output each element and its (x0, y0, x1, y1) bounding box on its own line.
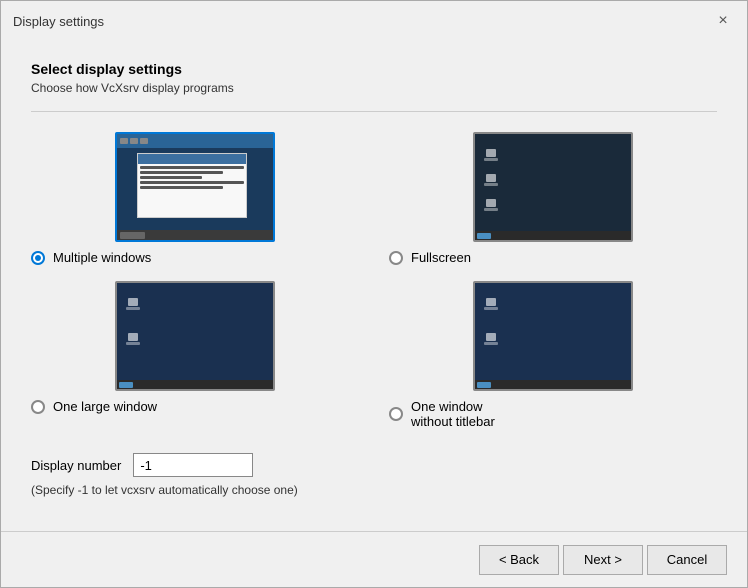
display-number-row: Display number (31, 453, 717, 477)
option-one-large-window: One large window (31, 281, 359, 429)
hint-text: (Specify -1 to let vcxsrv automatically … (31, 483, 717, 497)
desktop-icon3 (485, 199, 497, 213)
olw-icon1 (127, 298, 139, 312)
mw-btn2 (130, 138, 138, 144)
section-subtitle: Choose how VcXsrv display programs (31, 81, 717, 95)
mw-btn3 (140, 138, 148, 144)
options-grid: Multiple windows (31, 132, 717, 429)
taskbar-btn (120, 232, 145, 239)
display-number-label: Display number (31, 458, 121, 473)
window-title: Display settings (13, 14, 104, 29)
olw-startbtn (119, 382, 133, 388)
section-title: Select display settings (31, 61, 717, 77)
ownt-taskbar (475, 380, 631, 389)
divider (31, 111, 717, 112)
radio-one-large-window[interactable] (31, 400, 45, 414)
preview-one-large-window (115, 281, 275, 391)
fullscreen-label: Fullscreen (411, 250, 471, 265)
ownt-icon2 (485, 333, 497, 347)
olw-taskbar (117, 380, 273, 389)
display-number-input[interactable] (133, 453, 253, 477)
mw-content (117, 148, 273, 230)
radio-one-window-no-titlebar[interactable] (389, 407, 403, 421)
multiple-windows-label: Multiple windows (53, 250, 151, 265)
next-button[interactable]: Next > (563, 545, 643, 575)
multiple-windows-label-row[interactable]: Multiple windows (31, 250, 151, 265)
terminal-window (137, 153, 247, 218)
main-window: Display settings × Select display settin… (0, 0, 748, 588)
one-large-window-label-row[interactable]: One large window (31, 399, 157, 414)
back-button[interactable]: < Back (479, 545, 559, 575)
terminal-body (138, 164, 246, 217)
preview-fullscreen (473, 132, 633, 242)
t-line4 (140, 181, 244, 184)
terminal-titlebar (138, 154, 246, 164)
ownt-desktop (475, 283, 631, 380)
cancel-button[interactable]: Cancel (647, 545, 727, 575)
one-large-window-label: One large window (53, 399, 157, 414)
ownt-icon1 (485, 298, 497, 312)
fs-taskbar (475, 231, 631, 240)
t-line1 (140, 166, 244, 169)
t-line5 (140, 186, 223, 189)
preview-multiple-windows (115, 132, 275, 242)
t-line2 (140, 171, 223, 174)
olw-desktop (117, 283, 273, 380)
content-area: Select display settings Choose how VcXsr… (1, 41, 747, 531)
radio-multiple-windows[interactable] (31, 251, 45, 265)
one-window-no-titlebar-label: One window without titlebar (411, 399, 495, 429)
desktop-icon1 (485, 149, 497, 163)
t-line3 (140, 176, 202, 179)
one-window-no-titlebar-label-row[interactable]: One window without titlebar (389, 399, 495, 429)
radio-fullscreen[interactable] (389, 251, 403, 265)
mw-titlebar (117, 134, 273, 148)
fs-desktop (475, 134, 631, 231)
mw-btn1 (120, 138, 128, 144)
mw-taskbar (117, 230, 273, 240)
close-button[interactable]: × (711, 9, 735, 33)
option-fullscreen: Fullscreen (389, 132, 717, 265)
option-one-window-no-titlebar: One window without titlebar (389, 281, 717, 429)
option-multiple-windows: Multiple windows (31, 132, 359, 265)
title-bar: Display settings × (1, 1, 747, 41)
ownt-startbtn (477, 382, 491, 388)
preview-one-window-no-titlebar (473, 281, 633, 391)
desktop-icon2 (485, 174, 497, 188)
olw-icon2 (127, 333, 139, 347)
fullscreen-label-row[interactable]: Fullscreen (389, 250, 471, 265)
fs-startbtn (477, 233, 491, 239)
bottom-bar: < Back Next > Cancel (1, 531, 747, 587)
